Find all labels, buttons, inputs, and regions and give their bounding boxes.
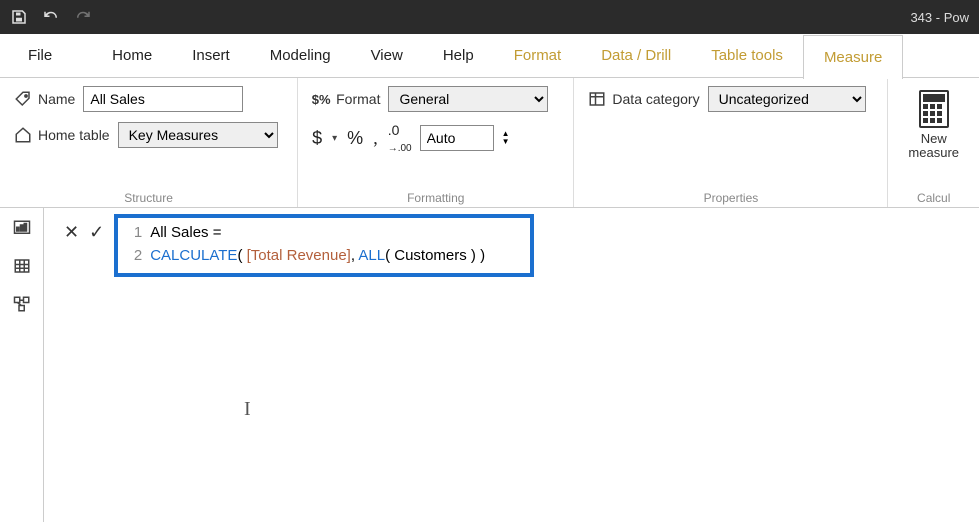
name-label: Name [14, 90, 75, 108]
data-category-select[interactable]: Uncategorized [708, 86, 866, 112]
report-view-icon[interactable] [10, 218, 34, 238]
cancel-formula-button[interactable]: ✕ [64, 222, 79, 243]
formula-line-1: All Sales = [150, 222, 221, 245]
text-cursor: I [244, 398, 251, 421]
ribbon-group-formatting: $% Format General $ ▾ % , .0→.00 ▲ ▼ For… [298, 78, 574, 207]
formula-editor[interactable]: 1 All Sales = 2 CALCULATE( [Total Revenu… [114, 214, 534, 277]
workspace: Sh ✕ ✓ 1 All Sales = 2 CALCULATE( [Total… [0, 208, 979, 522]
tab-format[interactable]: Format [494, 34, 582, 78]
new-measure-button[interactable]: New measure [902, 86, 965, 165]
ribbon-group-structure: Name Home table Key Measures Structure [0, 78, 298, 207]
title-bar: 343 - Pow [0, 0, 979, 34]
home-icon [14, 126, 32, 144]
decimal-places-input[interactable] [420, 125, 494, 151]
ribbon-body: Name Home table Key Measures Structure $… [0, 78, 979, 208]
window-title: 343 - Pow [910, 10, 969, 25]
formula-line-2: CALCULATE( [Total Revenue], ALL( Custome… [150, 245, 485, 268]
tab-view[interactable]: View [351, 34, 423, 78]
formula-bar: ✕ ✓ 1 All Sales = 2 CALCULATE( [Total Re… [54, 214, 534, 277]
home-table-label-text: Home table [38, 127, 110, 143]
data-category-label: Data category [588, 90, 699, 108]
report-canvas[interactable]: Sh ✕ ✓ 1 All Sales = 2 CALCULATE( [Total… [44, 208, 979, 522]
format-label: $% Format [312, 90, 380, 108]
new-measure-label-top: New [921, 131, 947, 146]
calculations-group-label: Calcul [917, 185, 950, 205]
decimal-decrease-button[interactable]: .0→.00 [388, 122, 412, 154]
properties-group-label: Properties [588, 185, 873, 205]
formatting-group-label: Formatting [312, 185, 559, 205]
chevron-down-icon[interactable]: ▾ [332, 133, 337, 144]
ribbon-group-properties: Data category Uncategorized Properties [574, 78, 888, 207]
table-small-icon [588, 90, 606, 108]
tab-home[interactable]: Home [92, 34, 172, 78]
format-select[interactable]: General [388, 86, 548, 112]
quick-access-toolbar [10, 8, 92, 26]
commit-formula-button[interactable]: ✓ [89, 222, 104, 243]
new-measure-label-bottom: measure [908, 145, 959, 160]
currency-button[interactable]: $ [312, 128, 322, 149]
format-label-text: Format [336, 91, 380, 107]
data-category-label-text: Data category [612, 91, 699, 107]
undo-icon[interactable] [42, 8, 60, 26]
home-table-label: Home table [14, 126, 110, 144]
redo-icon[interactable] [74, 8, 92, 26]
tab-help[interactable]: Help [423, 34, 494, 78]
percent-button[interactable]: % [347, 128, 363, 149]
ribbon-tab-strip: File Home Insert Modeling View Help Form… [0, 34, 979, 78]
tab-data-drill[interactable]: Data / Drill [581, 34, 691, 78]
calculator-icon [919, 90, 949, 128]
structure-group-label: Structure [14, 185, 283, 205]
model-view-icon[interactable] [10, 294, 34, 314]
view-rail [0, 208, 44, 522]
ribbon-group-calculations: New measure Calcul [888, 78, 979, 207]
name-input[interactable] [83, 86, 243, 112]
dollar-percent-icon: $% [312, 90, 330, 108]
data-view-icon[interactable] [10, 256, 34, 276]
tab-file[interactable]: File [8, 34, 72, 78]
tag-icon [14, 90, 32, 108]
tab-measure-tools[interactable]: Measure [803, 35, 903, 79]
tab-modeling[interactable]: Modeling [250, 34, 351, 78]
home-table-select[interactable]: Key Measures [118, 122, 278, 148]
format-icon-row: $ ▾ % , .0→.00 [312, 122, 411, 154]
tab-insert[interactable]: Insert [172, 34, 250, 78]
spin-down-icon[interactable]: ▼ [502, 138, 510, 146]
line-number: 1 [126, 222, 142, 245]
comma-button[interactable]: , [373, 128, 378, 149]
line-number: 2 [126, 245, 142, 268]
name-label-text: Name [38, 91, 75, 107]
save-icon[interactable] [10, 8, 28, 26]
tab-table-tools[interactable]: Table tools [691, 34, 803, 78]
